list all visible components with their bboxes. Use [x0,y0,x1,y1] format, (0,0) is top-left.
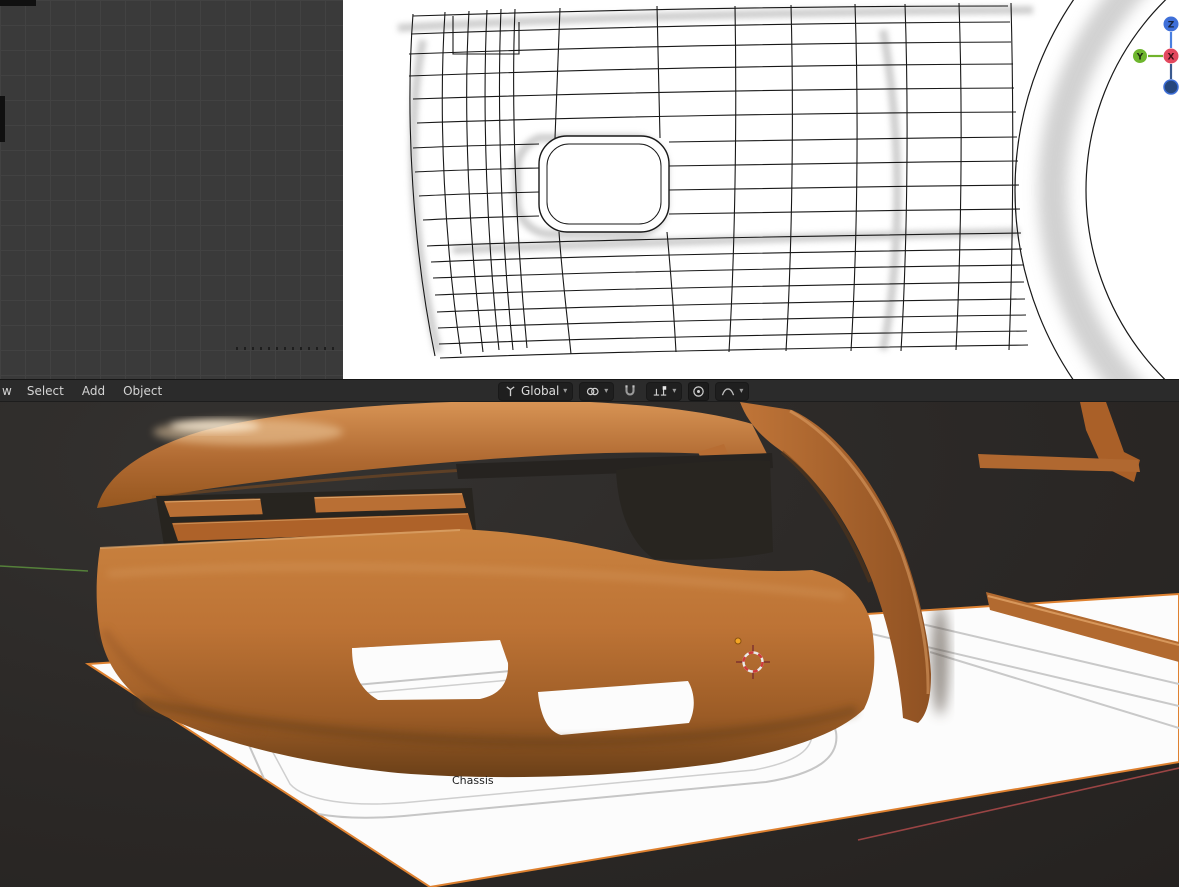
transform-orientation-dropdown[interactable]: Global ▾ [498,381,574,401]
viewport-menus: w Select Add Object [0,380,171,401]
proportional-editing-icon [693,385,705,397]
snap-magnet-button[interactable] [620,383,640,400]
gizmo-y-label: Y [1136,53,1144,63]
wireframe-edge-mark-top [0,0,36,6]
gizmo-z-label: Z [1168,21,1175,31]
object-origin-dot [734,637,742,645]
chevron-down-icon: ▾ [604,386,609,395]
transform-orientation-value: Global [521,384,560,398]
car-wireframe-drawing [397,0,1167,379]
object-name-label: Chassis [452,774,494,787]
menu-select[interactable]: Select [18,382,73,400]
wireframe-viewport[interactable]: Z Y X [0,0,1179,379]
wireframe-lines [408,2,1029,359]
viewport-header: w Select Add Object Global ▾ ▾ ▾ ▾ [0,379,1179,402]
snapping-button[interactable]: ▾ [579,381,615,401]
menu-object[interactable]: Object [114,382,171,400]
headlight-opening-outline [538,135,670,233]
3d-viewport[interactable]: Chassis [0,402,1179,887]
menu-view-partial[interactable]: w [0,382,18,400]
snap-target-icon [654,385,667,396]
chevron-down-icon: ▾ [672,386,677,395]
chevron-down-icon: ▾ [739,386,744,395]
snapping-link-icon [587,387,599,395]
gizmo-x-label: X [1168,53,1175,63]
proportional-editing-button[interactable] [688,381,710,401]
3d-scene [0,402,1179,887]
viewport-header-controls: Global ▾ ▾ ▾ ▾ [498,381,750,401]
transform-orientation-icon [506,385,515,396]
viewport-grid-background [0,0,343,379]
wireframe-edge-mark-left [0,96,5,142]
grille-badge-notch [260,495,316,516]
proportional-falloff-button[interactable]: ▾ [715,381,750,401]
blender-window: Z Y X w Select Add Object Global ▾ ▾ ▾ ▾… [0,0,1179,887]
y-axis-line [0,565,89,572]
headlight-opening [616,460,773,560]
view-navigation-gizmo[interactable]: Z Y X [1091,6,1179,102]
chevron-down-icon: ▾ [563,386,568,395]
vertex-dots-row [236,347,340,350]
gizmo-neg-z-ball[interactable] [1163,79,1179,95]
hood-specular-core [170,420,260,432]
falloff-curve-icon [722,387,735,395]
menu-add[interactable]: Add [73,382,114,400]
magnet-icon [625,385,635,396]
blueprint-reference-image [343,0,1179,379]
snap-target-button[interactable]: ▾ [646,381,683,401]
